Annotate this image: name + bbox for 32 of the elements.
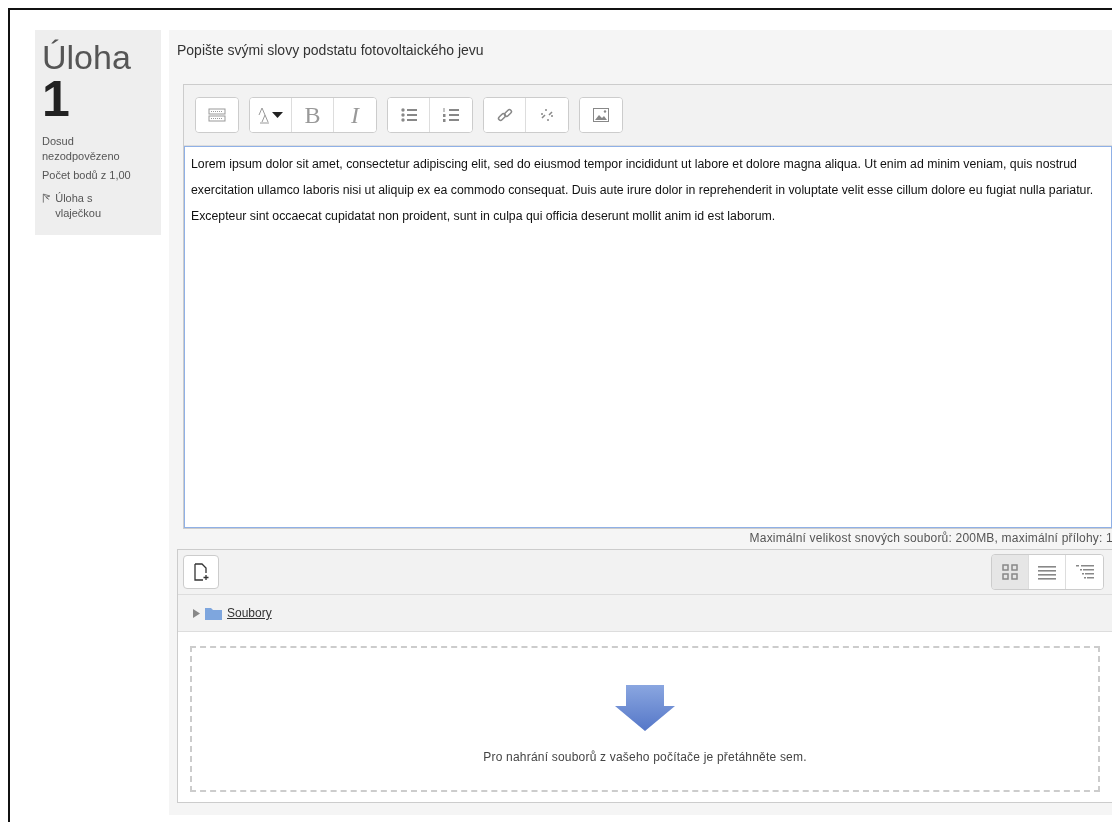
font-size-icon — [256, 106, 285, 124]
question-status: Dosud nezodpovězeno — [42, 134, 121, 164]
tree-view-icon — [1075, 564, 1094, 580]
folder-link[interactable]: Soubory — [227, 606, 272, 620]
numbered-list-icon — [442, 106, 460, 124]
new-file-icon — [193, 563, 209, 581]
question-points: Počet bodů z 1,00 — [42, 168, 132, 183]
answer-text-area[interactable]: Lorem ipsum dolor sit amet, consectetur adipiscing elit, sed do eiusmod tempor incididunt ut labore et dolore magna aliqua. Ut enim ad minim veniam, quis nostrud exercitation ullamco laboris nisi ut aliquip ex ea commodo consequat. Duis aute irure dolor in reprehenderit in voluptate velit esse cillum dolore eu fugiat nulla pariatur. Excepteur sint occaecat cupidatat non proident, sunt in culpa qui officia deserunt mollit anim id est laborum. — [184, 146, 1112, 528]
question-title: Úloha — [42, 38, 132, 76]
file-limits-note: Maximální velikost snových souborů: 200MB, maximální přílohy: 1 — [748, 530, 1112, 547]
question-number: 1 — [42, 76, 71, 122]
toolbar-button[interactable] — [580, 98, 622, 132]
bullet-list-icon — [399, 106, 418, 124]
toolbar-button[interactable] — [250, 98, 292, 132]
drop-zone[interactable]: Pro nahrání souborů z vašeho počítače je přetáhněte sem. — [190, 646, 1100, 792]
toolbar-button[interactable] — [388, 98, 430, 132]
link-icon — [495, 106, 514, 124]
list-view-icon — [1038, 564, 1056, 580]
view-mode-button[interactable] — [1029, 555, 1066, 589]
drop-zone-hint: Pro nahrání souborů z vašeho počítače je přetáhněte sem. — [483, 750, 807, 764]
view-mode-button[interactable] — [1066, 555, 1103, 589]
add-file-button[interactable] — [183, 555, 219, 589]
grid-view-icon — [1002, 564, 1018, 580]
down-arrow-icon — [614, 684, 676, 732]
keyboard-icon — [208, 106, 226, 124]
image-icon — [592, 106, 610, 124]
flag-label[interactable]: Úloha s vlaječkou — [55, 191, 112, 221]
collapsed-caret-icon[interactable] — [192, 608, 200, 618]
question-prompt: Popište svými slovy podstatu fotovoltaického jevu — [177, 42, 485, 58]
toolbar-button[interactable] — [484, 98, 526, 132]
view-mode-button[interactable] — [992, 555, 1029, 589]
folder-icon — [205, 606, 222, 620]
